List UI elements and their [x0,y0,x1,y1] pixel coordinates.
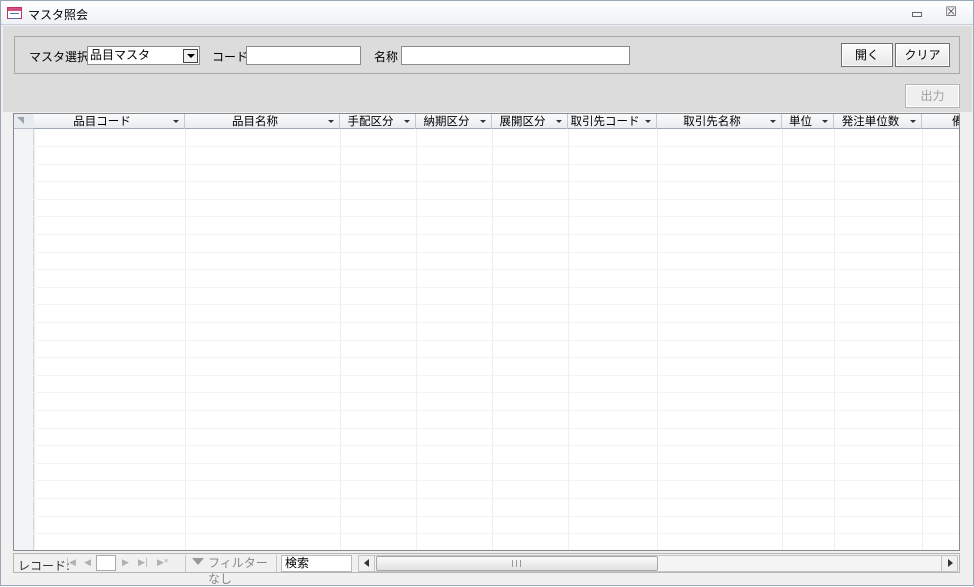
filter-icon [192,558,204,565]
chevron-down-icon[interactable] [173,120,179,123]
chevron-down-icon[interactable] [645,120,651,123]
column-header[interactable]: 品目コード [34,114,185,129]
new-record-icon[interactable]: ▶* [157,558,168,568]
column-header-label: 取引先コード [570,114,640,128]
grip-icon [512,560,521,567]
grid-row-line [14,498,959,499]
no-filter-label: フィルターなし [208,556,268,586]
column-header[interactable]: 手配区分 [340,114,416,129]
grid-header: 品目コード 品目名称 手配区分 納期区分 展開区分 取引先コード 取引先名称 単… [34,114,959,129]
output-button[interactable]: 出力 [905,84,960,108]
filter-toggle-button[interactable]: フィルターなし [185,555,277,586]
column-header-label: 単位 [789,114,812,128]
chevron-down-icon[interactable] [480,120,486,123]
column-header-label: 取引先名称 [683,114,741,128]
previous-record-icon[interactable]: ◀ [84,558,91,568]
chevron-down-icon[interactable] [183,49,198,63]
code-label: コード [212,50,249,64]
chevron-down-icon[interactable] [770,120,776,123]
current-record-input[interactable] [96,555,116,571]
grid-row-line [14,463,959,464]
search-input[interactable]: 検索 [281,555,352,572]
scroll-left-icon[interactable] [359,556,375,571]
grid-row-line [14,375,959,376]
record-label: レコード: [18,559,71,573]
clear-button[interactable]: クリア [895,43,950,67]
column-header[interactable]: 取引先名称 [657,114,782,129]
grid-row-line [14,304,959,305]
grid-row-line [14,234,959,235]
master-select-value: 品目マスタ [90,48,151,62]
form-header: マスタ選択 品目マスタ コード 名称 開く クリア 出力 [3,26,972,112]
grid-row-line [14,357,959,358]
next-record-icon[interactable]: ▶ [122,558,129,568]
filter-panel: マスタ選択 品目マスタ コード 名称 開く クリア [14,36,960,74]
column-header-label: 納期区分 [423,114,470,128]
record-selector-column[interactable] [14,114,34,550]
code-input[interactable] [246,46,361,65]
datasheet-grid[interactable]: 品目コード 品目名称 手配区分 納期区分 展開区分 取引先コード 取引先名称 単… [13,113,960,551]
close-icon: ☒ [945,5,957,20]
column-header[interactable]: 発注単位数 [834,114,922,129]
grid-row-line [14,340,959,341]
master-select-combo[interactable]: 品目マスタ [87,46,200,65]
first-record-icon[interactable]: |◀ [66,558,76,568]
horizontal-scrollbar[interactable] [358,555,958,572]
grid-row-line [14,322,959,323]
grid-row-line [14,181,959,182]
open-button[interactable]: 開く [841,43,893,67]
chevron-down-icon[interactable] [556,120,562,123]
grid-row-line [14,410,959,411]
grid-row-line [14,269,959,270]
column-header[interactable]: 取引先コード [568,114,657,129]
column-header-label: 発注単位数 [841,114,900,128]
grid-row-line [14,445,959,446]
column-header-label: 品目コード [73,114,131,128]
master-select-label: マスタ選択 [29,50,90,64]
column-header[interactable]: 品目名称 [185,114,340,129]
column-header-label: 品目名称 [232,114,278,128]
close-button[interactable]: ☒ [941,5,961,21]
column-header[interactable]: 展開区分 [492,114,568,129]
form-icon [7,7,22,19]
column-header[interactable]: 単位 [782,114,834,129]
last-record-icon[interactable]: ▶| [138,558,148,568]
name-input[interactable] [401,46,630,65]
grid-row-line [14,199,959,200]
title-bar: マスタ照会 ☒ [1,1,973,25]
scroll-right-icon[interactable] [941,556,957,571]
chevron-down-icon[interactable] [404,120,410,123]
grid-row-line [14,533,959,534]
master-inquiry-window: マスタ照会 ☒ マスタ選択 品目マスタ コード 名称 開く クリア 出力 品目コ… [0,0,974,586]
window-title: マスタ照会 [28,8,89,22]
column-header[interactable]: 納期区分 [416,114,492,129]
grid-row-line [14,516,959,517]
column-header-label: 備 [952,114,959,128]
column-header-label: 手配区分 [347,114,394,128]
chevron-down-icon[interactable] [910,120,916,123]
grid-row-line [14,480,959,481]
grid-row-line [14,287,959,288]
chevron-down-icon[interactable] [328,120,334,123]
record-navigation-bar: レコード: |◀ ◀ ▶ ▶| ▶* フィルターなし 検索 [13,553,960,586]
grid-row-line [14,392,959,393]
grid-row-line [14,216,959,217]
grid-row-line [14,252,959,253]
scroll-thumb[interactable] [376,556,658,571]
column-header[interactable]: 備 [922,114,959,129]
minimize-icon [912,12,922,17]
select-all-corner[interactable] [14,114,34,129]
column-header-label: 展開区分 [499,114,546,128]
grid-row-line [14,164,959,165]
grid-row-line [14,146,959,147]
chevron-down-icon[interactable] [822,120,828,123]
minimize-button[interactable] [907,5,927,21]
grid-row-line [14,428,959,429]
name-label: 名称 [374,50,399,64]
